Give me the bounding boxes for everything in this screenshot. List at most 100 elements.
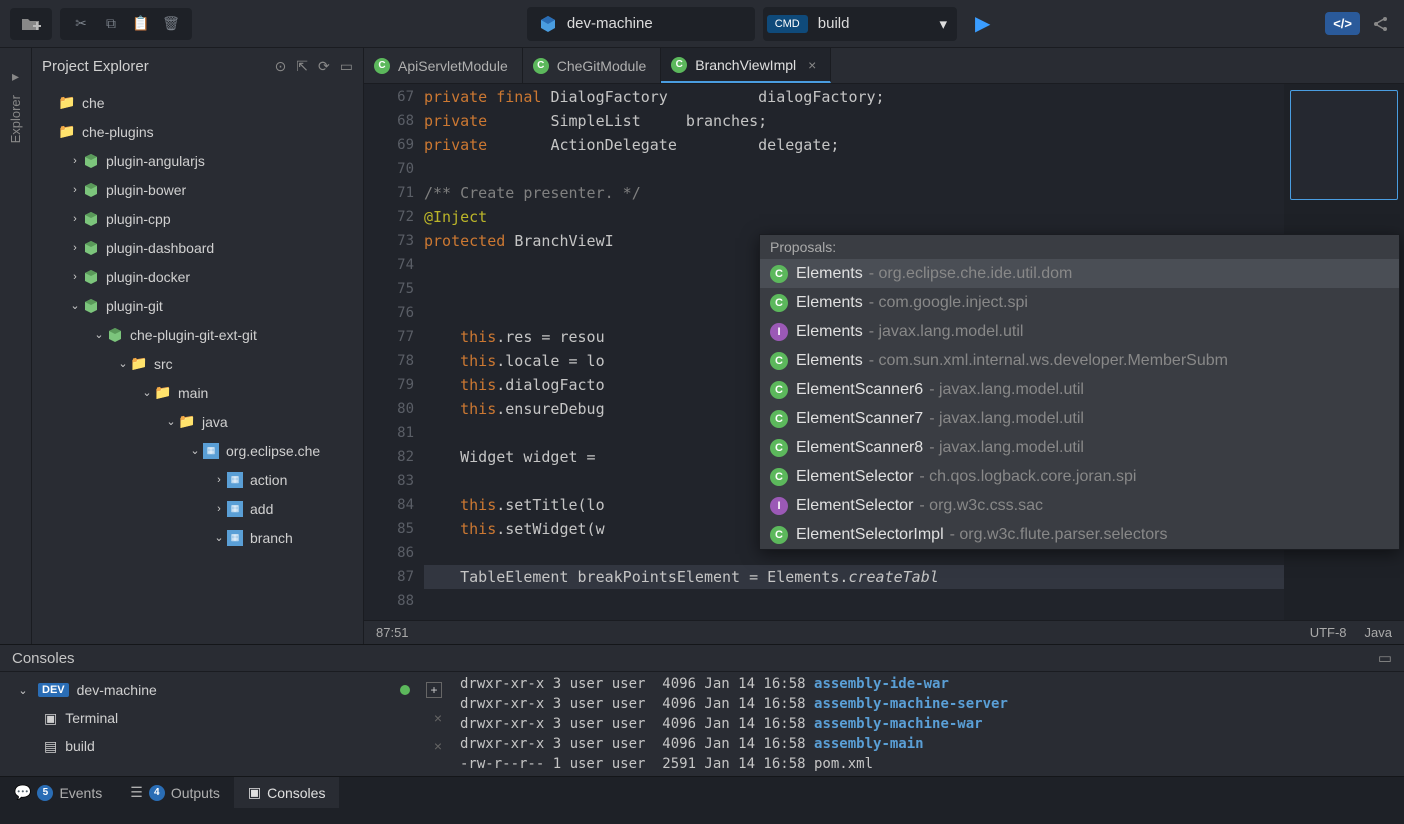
proposal-package: - ch.qos.logback.core.joran.spi (919, 468, 1136, 486)
tree-item[interactable]: ›plugin-bower (36, 175, 359, 204)
new-file-group (10, 8, 52, 40)
side-tab-bar: ▸ Explorer (0, 48, 32, 644)
project-explorer: Project Explorer ⊙ ⇱ ⟳ ▭ 📁che📁che-plugin… (32, 48, 364, 644)
consoles-minimize-icon[interactable]: ▭ (1378, 649, 1392, 667)
console-item[interactable]: ⌄DEVdev-machine+ (8, 676, 452, 704)
autocomplete-item[interactable]: CElementScanner6- javax.lang.model.util (760, 375, 1399, 404)
chevron-icon: ⌄ (92, 328, 106, 341)
tree-item[interactable]: ›plugin-dashboard (36, 233, 359, 262)
tree-item[interactable]: ⌄📁java (36, 407, 359, 436)
tree-item[interactable]: ›▦add (36, 494, 359, 523)
copy-button[interactable]: ⧉ (98, 11, 124, 37)
explorer-tab-icon[interactable]: ▸ (12, 68, 19, 85)
proposal-name: ElementSelector (796, 497, 913, 515)
close-icon[interactable]: × (434, 710, 442, 726)
count-badge: 4 (149, 785, 165, 801)
editor-tab[interactable]: CBranchViewImpl× (661, 48, 831, 83)
tree-item[interactable]: ›plugin-docker (36, 262, 359, 291)
autocomplete-item[interactable]: CElementSelector- ch.qos.logback.core.jo… (760, 462, 1399, 491)
build-icon: ▤ (44, 738, 57, 755)
proposal-name: ElementScanner7 (796, 410, 923, 428)
autocomplete-item[interactable]: CElements- com.google.inject.spi (760, 288, 1399, 317)
kind-icon: C (770, 352, 788, 370)
popup-header: Proposals: (760, 235, 1399, 259)
paste-button[interactable]: 📋 (128, 11, 154, 37)
tree-item[interactable]: ›plugin-angularjs (36, 146, 359, 175)
bottom-tab[interactable]: ▣Consoles (234, 777, 340, 808)
bottom-tabs: 💬5Events☰4Outputs▣Consoles (0, 776, 1404, 808)
tree-label: plugin-cpp (106, 211, 171, 227)
console-label: build (65, 738, 95, 754)
bottom-tab[interactable]: 💬5Events (0, 777, 116, 808)
new-file-button[interactable] (18, 11, 44, 37)
chevron-icon: ⌄ (16, 684, 30, 697)
refresh-icon[interactable]: ⟳ (318, 58, 330, 75)
command-selector[interactable]: CMD build ▾ (763, 7, 957, 41)
autocomplete-item[interactable]: CElements- org.eclipse.che.ide.util.dom (760, 259, 1399, 288)
proposal-package: - org.eclipse.che.ide.util.dom (869, 265, 1073, 283)
run-button[interactable]: ▶ (975, 11, 990, 36)
autocomplete-item[interactable]: CElementSelectorImpl- org.w3c.flute.pars… (760, 520, 1399, 549)
chevron-icon: ⌄ (116, 357, 130, 370)
locate-icon[interactable]: ⊙ (275, 58, 287, 75)
file-tree: 📁che📁che-plugins›plugin-angularjs›plugin… (32, 84, 363, 644)
add-button[interactable]: + (426, 682, 442, 698)
bottom-tab-label: Consoles (267, 785, 325, 801)
autocomplete-item[interactable]: CElementScanner8- javax.lang.model.util (760, 433, 1399, 462)
console-item[interactable]: ▤ build × (8, 732, 452, 760)
bottom-tab[interactable]: ☰4Outputs (116, 777, 234, 808)
tree-item[interactable]: ⌄▦org.eclipse.che (36, 436, 359, 465)
delete-button[interactable]: 🗑 (158, 11, 184, 37)
machine-name: dev-machine (567, 15, 653, 32)
tree-item[interactable]: ⌄📁main (36, 378, 359, 407)
file-encoding[interactable]: UTF-8 (1310, 625, 1347, 640)
proposal-name: ElementSelectorImpl (796, 526, 944, 544)
tree-item[interactable]: 📁che-plugins (36, 117, 359, 146)
tree-item[interactable]: 📁che (36, 88, 359, 117)
minimize-icon[interactable]: ▭ (340, 58, 353, 75)
tree-item[interactable]: ⌄plugin-git (36, 291, 359, 320)
tree-label: action (250, 472, 287, 488)
tree-label: plugin-git (106, 298, 163, 314)
editor-tab[interactable]: CApiServletModule (364, 48, 523, 83)
kind-icon: C (770, 381, 788, 399)
explorer-header: Project Explorer ⊙ ⇱ ⟳ ▭ (32, 48, 363, 84)
tree-item[interactable]: ⌄📁src (36, 349, 359, 378)
explorer-tab-label[interactable]: Explorer (8, 95, 23, 143)
tree-label: src (154, 356, 173, 372)
cut-button[interactable]: ✂ (68, 11, 94, 37)
minimap-viewport[interactable] (1290, 90, 1398, 200)
cube-icon (539, 15, 557, 33)
class-icon: C (671, 57, 687, 73)
tree-item[interactable]: ›▦action (36, 465, 359, 494)
close-icon[interactable]: × (808, 57, 816, 73)
code-toggle-button[interactable]: </> (1325, 12, 1360, 35)
chevron-icon: › (212, 503, 226, 515)
machine-selector[interactable]: dev-machine (527, 7, 755, 41)
autocomplete-popup: Proposals: CElements- org.eclipse.che.id… (759, 234, 1400, 550)
autocomplete-item[interactable]: CElements- com.sun.xml.internal.ws.devel… (760, 346, 1399, 375)
terminal-output[interactable]: drwxr-xr-x 3 user user 4096 Jan 14 16:58… (460, 672, 1404, 776)
tree-item[interactable]: ⌄▦branch (36, 523, 359, 552)
close-icon[interactable]: × (434, 738, 442, 754)
consoles-header: Consoles ▭ (0, 645, 1404, 672)
autocomplete-item[interactable]: CElementScanner7- javax.lang.model.util (760, 404, 1399, 433)
share-button[interactable] (1368, 11, 1394, 37)
collapse-icon[interactable]: ⇱ (296, 58, 308, 75)
tree-item[interactable]: ⌄che-plugin-git-ext-git (36, 320, 359, 349)
editor-tab[interactable]: CCheGitModule (523, 48, 662, 83)
autocomplete-item[interactable]: IElementSelector- org.w3c.css.sac (760, 491, 1399, 520)
kind-icon: C (770, 439, 788, 457)
file-language[interactable]: Java (1365, 625, 1392, 640)
tree-label: plugin-docker (106, 269, 190, 285)
proposal-package: - org.w3c.flute.parser.selectors (950, 526, 1168, 544)
line-gutter: 6768697071727374757677787980818283848586… (364, 84, 424, 620)
proposal-name: ElementScanner6 (796, 381, 923, 399)
autocomplete-item[interactable]: IElements- javax.lang.model.util (760, 317, 1399, 346)
proposal-name: Elements (796, 352, 863, 370)
console-item[interactable]: ▣Terminal× (8, 704, 452, 732)
tree-label: plugin-dashboard (106, 240, 214, 256)
tree-item[interactable]: ›plugin-cpp (36, 204, 359, 233)
tree-label: plugin-angularjs (106, 153, 205, 169)
chevron-icon: › (212, 474, 226, 486)
